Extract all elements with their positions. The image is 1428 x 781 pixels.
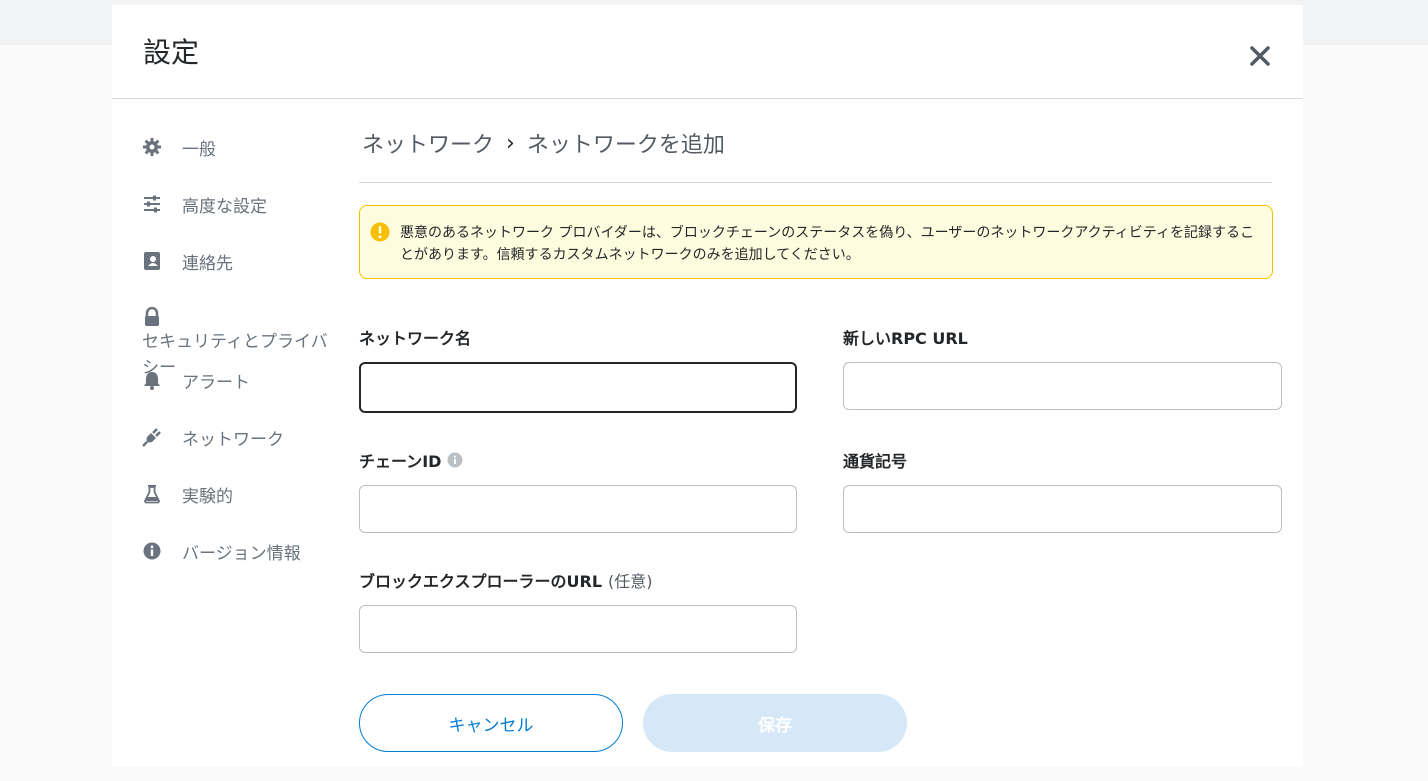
- chain-id-label-text: チェーンID: [359, 452, 442, 471]
- breadcrumb-current: ネットワークを追加: [526, 133, 725, 158]
- sidebar-item-general[interactable]: 一般: [142, 132, 216, 162]
- bell-icon: [144, 372, 160, 390]
- currency-symbol-label: 通貨記号: [843, 452, 908, 471]
- lock-icon: [145, 307, 159, 326]
- currency-symbol-input[interactable]: [843, 485, 1282, 533]
- contact-book-icon: [144, 252, 160, 270]
- sidebar-item-label: アラート: [182, 372, 250, 393]
- modal-header: 設定: [112, 5, 1303, 99]
- breadcrumb: ネットワーク › ネットワークを追加: [362, 127, 725, 159]
- chain-id-label: チェーンID: [359, 448, 463, 472]
- sidebar-item-label: 連絡先: [182, 253, 233, 274]
- sidebar-item-label: バージョン情報: [182, 543, 301, 564]
- sidebar-item-label: 実験的: [182, 486, 233, 507]
- warning-info-icon: [370, 222, 390, 242]
- sidebar-item-alerts[interactable]: アラート: [142, 365, 250, 395]
- plug-icon: [142, 428, 161, 447]
- flask-icon: [144, 485, 160, 504]
- chain-id-input[interactable]: [359, 485, 797, 533]
- rpc-url-label: 新しいRPC URL: [843, 329, 968, 348]
- sidebar-item-advanced[interactable]: 高度な設定: [142, 189, 267, 219]
- settings-modal: 設定 一般 高度な設定 連絡先 セキュリティとプライバシー アラート ネットワー…: [112, 5, 1303, 767]
- rpc-url-input[interactable]: [843, 362, 1282, 410]
- gear-icon: [143, 138, 161, 156]
- info-icon[interactable]: [447, 452, 463, 468]
- warning-banner: 悪意のあるネットワーク プロバイダーは、ブロックチェーンのステータスを偽り、ユー…: [359, 205, 1273, 279]
- network-name-label: ネットワーク名: [359, 329, 472, 348]
- sidebar-item-contacts[interactable]: 連絡先: [142, 246, 233, 276]
- sidebar-item-about[interactable]: バージョン情報: [142, 536, 301, 566]
- sidebar-item-label: 一般: [182, 139, 216, 160]
- modal-title: 設定: [143, 36, 200, 69]
- sliders-icon: [144, 195, 160, 213]
- sidebar-item-label: 高度な設定: [182, 196, 267, 217]
- block-explorer-input[interactable]: [359, 605, 797, 653]
- breadcrumb-separator: ›: [506, 130, 515, 156]
- cancel-button[interactable]: キャンセル: [359, 694, 623, 752]
- info-circle-icon: [143, 542, 161, 560]
- sidebar-item-networks[interactable]: ネットワーク: [142, 422, 284, 452]
- optional-tag: (任意): [608, 572, 653, 591]
- breadcrumb-parent[interactable]: ネットワーク: [362, 127, 494, 159]
- save-button[interactable]: 保存: [643, 694, 907, 752]
- sidebar-item-experimental[interactable]: 実験的: [142, 479, 233, 509]
- warning-text: 悪意のあるネットワーク プロバイダーは、ブロックチェーンのステータスを偽り、ユー…: [400, 225, 1254, 263]
- block-explorer-label-text: ブロックエクスプローラーのURL: [359, 572, 603, 591]
- close-icon[interactable]: [1245, 41, 1275, 71]
- network-name-input[interactable]: [359, 362, 797, 413]
- sidebar-item-label: ネットワーク: [182, 429, 284, 450]
- block-explorer-label: ブロックエクスプローラーのURL (任意): [359, 568, 653, 592]
- divider: [359, 182, 1272, 183]
